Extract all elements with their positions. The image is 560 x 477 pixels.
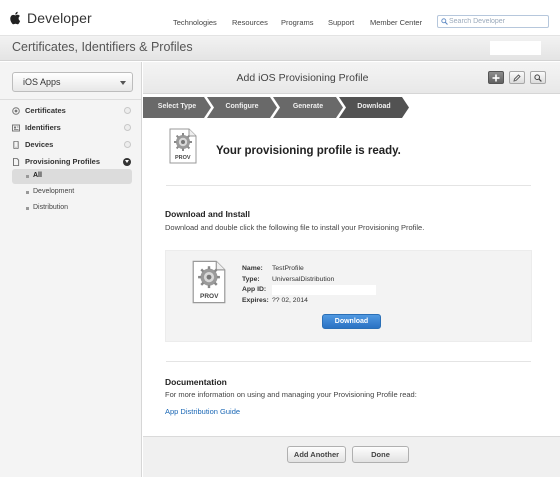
profile-type-label: Type: xyxy=(242,276,260,283)
divider xyxy=(166,185,531,186)
content-title: Add iOS Provisioning Profile xyxy=(236,72,369,84)
device-icon xyxy=(13,141,19,149)
sidebar-item-devices[interactable]: Devices xyxy=(0,137,141,153)
bullet-icon xyxy=(26,191,29,194)
expand-icon xyxy=(124,107,131,114)
sidebar-subitem-label: All xyxy=(33,172,42,179)
collapse-icon xyxy=(123,158,131,166)
sidebar-item-label: Devices xyxy=(25,140,54,149)
prov-badge: PROV xyxy=(175,155,191,161)
developer-home-link[interactable]: Developer xyxy=(9,10,92,26)
nav-member-center[interactable]: Member Center xyxy=(370,18,422,27)
nav-technologies[interactable]: Technologies xyxy=(173,18,217,27)
profile-name-label: Name: xyxy=(242,265,263,272)
ready-message: Your provisioning profile is ready. xyxy=(216,145,401,157)
documentation-heading: Documentation xyxy=(165,377,227,387)
step-label: Download xyxy=(357,103,391,110)
add-button[interactable] xyxy=(488,71,504,84)
search-button[interactable] xyxy=(530,71,546,84)
expand-icon xyxy=(124,124,131,131)
add-another-button[interactable]: Add Another xyxy=(287,446,346,463)
step-download: Download xyxy=(339,97,409,118)
sidebar-item-label: Identifiers xyxy=(25,123,61,132)
divider xyxy=(166,361,531,362)
profile-name-value: TestProfile xyxy=(272,265,304,272)
sidebar-item-label: Certificates xyxy=(25,106,66,115)
chevron-down-icon xyxy=(120,81,126,85)
search-input[interactable] xyxy=(449,16,547,27)
download-install-heading: Download and Install xyxy=(165,209,251,219)
step-configure: Configure xyxy=(207,97,277,118)
search-icon xyxy=(441,18,448,25)
document-icon xyxy=(13,158,20,166)
nav-programs[interactable]: Programs xyxy=(281,18,314,27)
sidebar-subitem-all[interactable]: All xyxy=(12,169,132,184)
step-label: Configure xyxy=(225,103,259,110)
step-progress-bar: Select Type Configure Generate Download xyxy=(143,97,409,118)
done-button[interactable]: Done xyxy=(352,446,409,463)
download-install-text: Download and double click the following … xyxy=(165,223,425,232)
search-box[interactable] xyxy=(437,15,549,28)
sidebar-subitem-development[interactable]: Development xyxy=(12,185,132,200)
profile-appid-label: App ID: xyxy=(242,286,267,293)
platform-select[interactable]: iOS Apps xyxy=(12,72,133,92)
edit-button[interactable] xyxy=(509,71,525,84)
profile-type-value: UniversalDistribution xyxy=(272,276,335,283)
sidebar-item-provisioning-profiles[interactable]: Provisioning Profiles xyxy=(0,154,141,170)
profile-expires-label: Expires: xyxy=(242,297,269,304)
brand-name: Developer xyxy=(27,10,92,26)
certificate-icon xyxy=(12,107,20,115)
step-generate: Generate xyxy=(273,97,343,118)
apple-logo-icon xyxy=(10,11,21,25)
search-icon xyxy=(531,72,545,83)
prov-badge: PROV xyxy=(200,293,219,300)
nav-resources[interactable]: Resources xyxy=(232,18,268,27)
id-card-icon xyxy=(12,124,20,132)
sidebar-subitem-label: Distribution xyxy=(33,204,69,211)
provisioning-profile-file-icon: PROV xyxy=(192,259,226,310)
add-icon xyxy=(489,72,503,83)
page-title: Certificates, Identifiers & Profiles xyxy=(12,40,193,54)
sidebar-item-identifiers[interactable]: Identifiers xyxy=(0,120,141,136)
profile-appid-value xyxy=(272,285,376,295)
page-title-band: Certificates, Identifiers & Profiles xyxy=(0,36,560,61)
platform-select-value: iOS Apps xyxy=(23,77,61,87)
bullet-icon xyxy=(26,207,29,210)
account-area xyxy=(490,41,541,55)
sidebar-item-label: Provisioning Profiles xyxy=(25,157,101,166)
sidebar-item-certificates[interactable]: Certificates xyxy=(0,103,141,119)
sidebar: iOS Apps Certificates Identifiers Device… xyxy=(0,62,142,477)
profile-expires-value: ?? 02, 2014 xyxy=(272,297,308,304)
edit-icon xyxy=(510,72,524,83)
step-label: Generate xyxy=(292,103,324,110)
top-navigation: Developer Technologies Resources Program… xyxy=(0,0,560,36)
nav-support[interactable]: Support xyxy=(328,18,354,27)
sidebar-subitem-distribution[interactable]: Distribution xyxy=(12,201,132,216)
download-button[interactable]: Download xyxy=(322,314,381,329)
content-header: Add iOS Provisioning Profile xyxy=(143,62,560,94)
step-label: Select Type xyxy=(157,103,197,110)
bullet-icon xyxy=(26,175,29,178)
documentation-text: For more information on using and managi… xyxy=(165,390,417,399)
expand-icon xyxy=(124,141,131,148)
sidebar-divider xyxy=(0,99,141,100)
sidebar-subitem-label: Development xyxy=(33,188,75,195)
provisioning-profile-icon: PROV xyxy=(169,128,197,169)
app-distribution-guide-link[interactable]: App Distribution Guide xyxy=(165,407,240,416)
step-select-type: Select Type xyxy=(143,97,211,118)
